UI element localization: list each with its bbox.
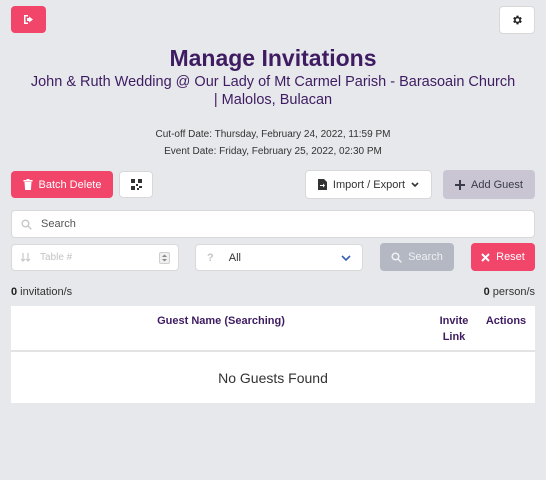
column-header-guest-name: Guest Name (Searching) xyxy=(157,315,285,327)
search-button[interactable]: Search xyxy=(380,243,454,271)
settings-button[interactable] xyxy=(499,6,535,34)
search-input[interactable]: Search xyxy=(11,210,535,238)
event-subtitle: John & Ruth Wedding @ Our Lady of Mt Car… xyxy=(30,74,516,108)
event-date: Event Date: Friday, February 25, 2022, 0… xyxy=(164,146,382,157)
search-icon xyxy=(391,251,402,263)
table-number-placeholder: Table # xyxy=(40,252,73,263)
status-filter-value: All xyxy=(228,251,241,264)
chevron-down-icon xyxy=(341,255,351,262)
batch-delete-label: Batch Delete xyxy=(38,178,102,191)
gear-icon xyxy=(513,15,522,25)
invitation-count: 0 invitation/s xyxy=(11,286,73,298)
qr-code-button[interactable] xyxy=(119,171,153,198)
table-header-divider xyxy=(11,350,535,352)
add-guest-button[interactable]: Add Guest xyxy=(443,170,535,199)
search-placeholder: Search xyxy=(41,218,76,230)
plus-icon xyxy=(455,179,465,190)
number-stepper-icon[interactable] xyxy=(159,252,170,264)
status-filter-select[interactable]: ? All xyxy=(195,244,363,271)
reset-button-label: Reset xyxy=(496,251,525,263)
batch-delete-button[interactable]: Batch Delete xyxy=(11,171,113,198)
search-icon xyxy=(21,219,32,230)
sort-numeric-icon xyxy=(21,252,31,262)
person-count: 0 person/s xyxy=(483,286,535,298)
search-button-label: Search xyxy=(408,251,443,263)
reset-button[interactable]: Reset xyxy=(471,243,535,271)
guest-table: Guest Name (Searching) Invite Link Actio… xyxy=(11,306,535,403)
logout-button[interactable] xyxy=(11,6,46,33)
import-export-dropdown[interactable]: Import / Export xyxy=(305,170,432,199)
chevron-down-icon xyxy=(411,181,419,187)
sign-out-icon xyxy=(23,15,33,24)
add-guest-label: Add Guest xyxy=(471,178,523,191)
page-title: Manage Invitations xyxy=(169,45,377,71)
column-header-invite-link: Invite Link xyxy=(439,315,469,343)
empty-state-message: No Guests Found xyxy=(218,370,328,386)
question-icon: ? xyxy=(207,251,214,264)
file-export-icon xyxy=(317,179,327,190)
import-export-label: Import / Export xyxy=(332,178,406,191)
qrcode-icon xyxy=(130,179,142,190)
column-header-actions: Actions xyxy=(485,315,527,327)
table-number-input[interactable]: Table # xyxy=(11,244,179,271)
cutoff-date: Cut-off Date: Thursday, February 24, 202… xyxy=(155,129,391,140)
close-icon xyxy=(481,252,490,262)
trash-icon xyxy=(23,179,32,190)
